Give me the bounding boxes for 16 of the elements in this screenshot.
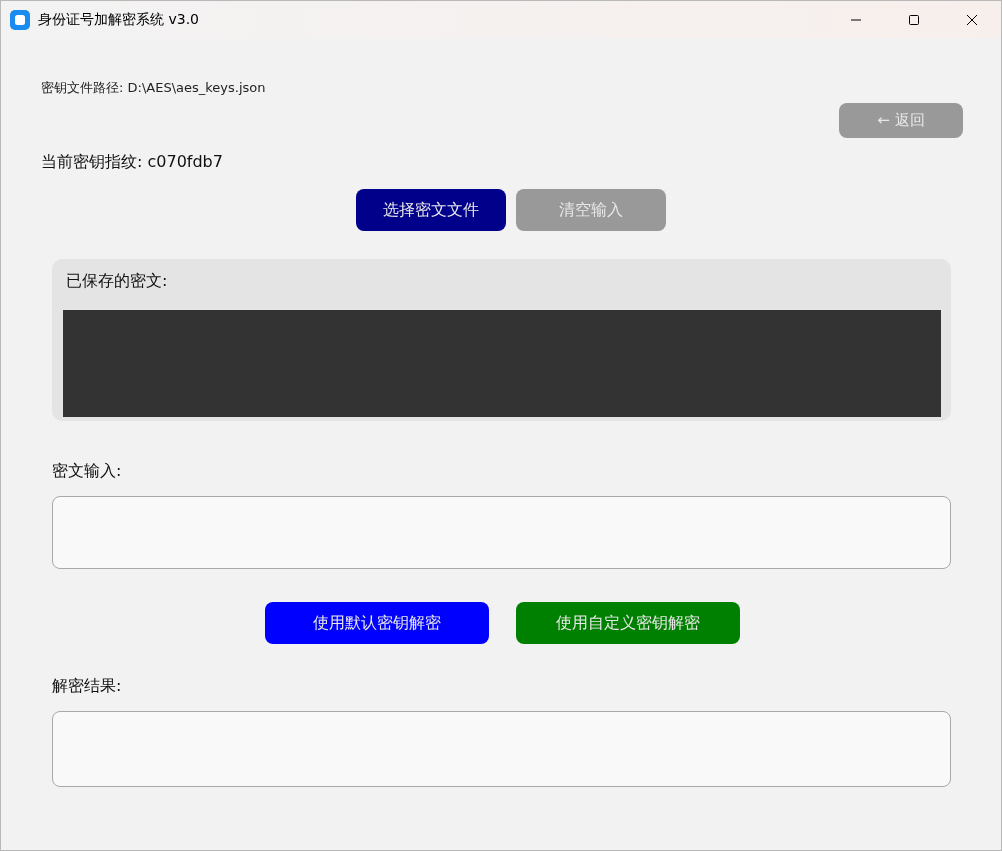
ciphertext-input-field[interactable]	[52, 496, 951, 569]
decrypt-button[interactable]: 使用自定义密钥解密	[515, 602, 740, 644]
decrypt-button[interactable]: 使用默认密钥解密	[264, 602, 489, 644]
file-action-button[interactable]: 清空输入	[516, 189, 666, 231]
field-label: 密文输入:	[52, 461, 123, 482]
maximize-icon[interactable]	[908, 13, 920, 26]
window-title: 身份证号加解密系统 v3.0	[38, 10, 200, 29]
close-icon[interactable]	[966, 13, 978, 26]
key-file-path: 密钥文件路径: D:\AES\aes_keys.json	[41, 79, 267, 97]
panel-title: 已保存的密文:	[66, 271, 169, 292]
back-button[interactable]: ← 返回	[839, 103, 963, 138]
result-output-field[interactable]	[52, 711, 951, 787]
app-icon	[10, 9, 30, 30]
field-label: 解密结果:	[52, 676, 123, 697]
key-fingerprint: 当前密钥指纹: c070fdb7	[41, 152, 224, 173]
file-action-button[interactable]: 选择密文文件	[356, 189, 506, 231]
